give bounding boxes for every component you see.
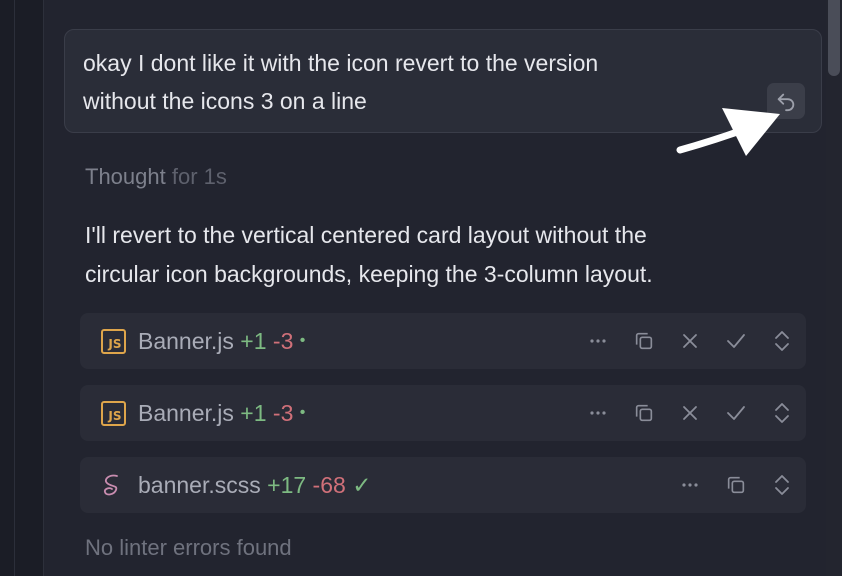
more-icon	[590, 411, 606, 415]
more-button[interactable]	[586, 329, 610, 353]
accept-button[interactable]	[724, 329, 748, 353]
more-button[interactable]	[678, 473, 702, 497]
check-icon	[727, 334, 745, 348]
check-icon	[727, 406, 745, 420]
thought-label: Thought	[85, 164, 166, 189]
lines-removed: -3	[272, 400, 294, 426]
more-icon	[590, 339, 606, 343]
js-file-icon: JS	[100, 400, 126, 426]
file-change-card[interactable]: banner.scss +17 -68 ✓	[80, 457, 806, 513]
copy-icon	[635, 332, 653, 350]
pointer-arrow-annotation	[676, 108, 780, 156]
expand-button[interactable]	[770, 401, 794, 425]
rail-edge	[43, 0, 44, 576]
copy-icon	[635, 404, 653, 422]
left-rail	[0, 0, 44, 576]
file-name[interactable]: Banner.js	[138, 400, 234, 426]
prompt-line-2: without the icons 3 on a line	[83, 88, 367, 114]
copy-button[interactable]	[632, 329, 656, 353]
expand-collapse-icon	[775, 331, 789, 351]
more-icon	[682, 483, 698, 487]
copy-button[interactable]	[632, 401, 656, 425]
lines-removed: -3	[272, 328, 294, 354]
thought-indicator[interactable]: Thought for 1s	[85, 164, 227, 190]
more-button[interactable]	[586, 401, 610, 425]
scrollbar[interactable]	[826, 0, 842, 576]
file-change-card[interactable]: JS Banner.js +1 -3 •	[80, 313, 806, 369]
file-change-card[interactable]: JS Banner.js +1 -3 •	[80, 385, 806, 441]
lines-added: +17	[267, 472, 307, 498]
file-actions	[678, 471, 794, 499]
lines-added: +1	[240, 328, 267, 354]
file-name[interactable]: Banner.js	[138, 328, 234, 354]
rail-divider	[14, 0, 15, 576]
sass-file-icon	[100, 472, 126, 498]
status-dot: •	[299, 404, 306, 421]
thought-duration: for 1s	[171, 164, 227, 189]
user-prompt-text: okay I dont like it with the icon revert…	[83, 44, 743, 120]
lines-added: +1	[240, 400, 267, 426]
file-change-summary: Banner.js +1 -3 •	[138, 328, 305, 355]
close-icon	[683, 334, 697, 348]
expand-collapse-icon	[775, 403, 789, 423]
file-name[interactable]: banner.scss	[138, 472, 261, 498]
status-dot: •	[299, 332, 306, 349]
assistant-reply: I'll revert to the vertical centered car…	[85, 216, 805, 294]
linter-status: No linter errors found	[85, 535, 292, 560]
file-actions	[586, 327, 794, 355]
reject-button[interactable]	[678, 329, 702, 353]
reject-button[interactable]	[678, 401, 702, 425]
expand-collapse-icon	[775, 475, 789, 495]
lines-removed: -68	[312, 472, 346, 498]
copy-icon	[727, 476, 745, 494]
accept-button[interactable]	[724, 401, 748, 425]
file-change-summary: Banner.js +1 -3 •	[138, 400, 305, 427]
file-change-summary: banner.scss +17 -68 ✓	[138, 472, 371, 499]
expand-button[interactable]	[770, 473, 794, 497]
reply-line-2: circular icon backgrounds, keeping the 3…	[85, 261, 653, 287]
copy-button[interactable]	[724, 473, 748, 497]
file-actions	[586, 399, 794, 427]
reply-line-1: I'll revert to the vertical centered car…	[85, 222, 647, 248]
close-icon	[683, 406, 697, 420]
expand-button[interactable]	[770, 329, 794, 353]
applied-check-icon: ✓	[352, 472, 372, 498]
prompt-line-1: okay I dont like it with the icon revert…	[83, 50, 599, 76]
scrollbar-thumb[interactable]	[828, 0, 840, 76]
js-file-icon: JS	[100, 328, 126, 354]
